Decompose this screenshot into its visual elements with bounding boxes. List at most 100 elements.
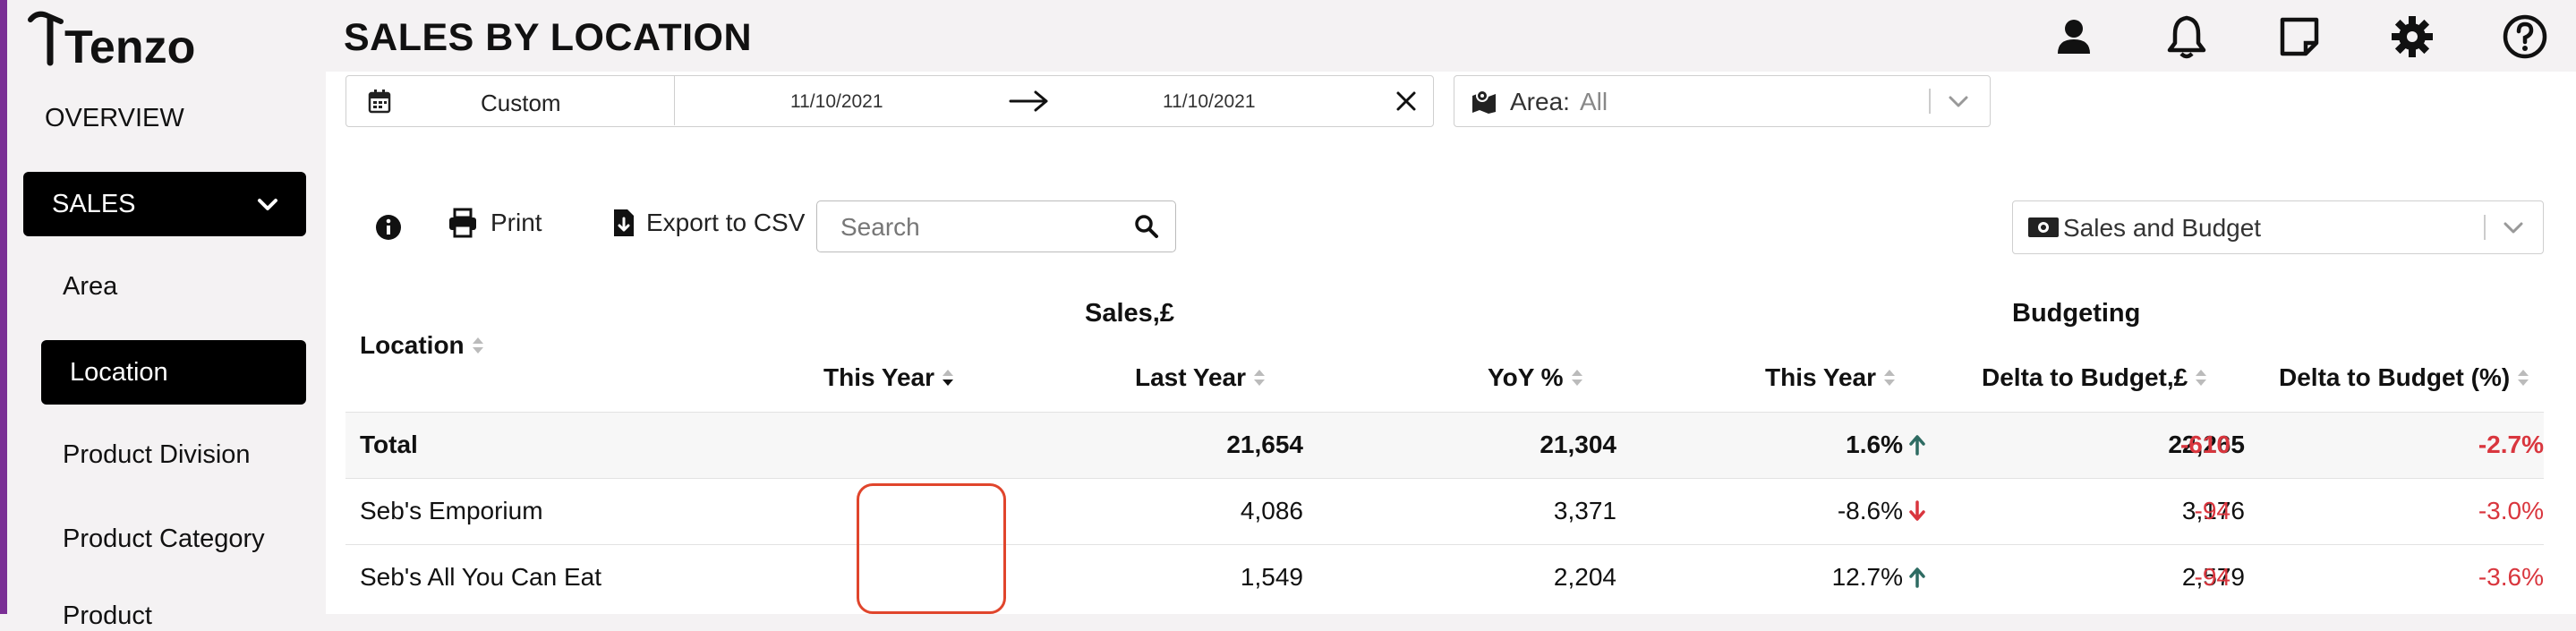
sort-desc-icon (943, 370, 954, 386)
area-select[interactable]: Area: All (1454, 75, 1991, 127)
user-icon[interactable] (2046, 9, 2102, 64)
export-csv-label: Export to CSV (646, 209, 806, 236)
printer-icon (449, 208, 476, 238)
column-header-yoy[interactable]: YoY % (1488, 363, 1583, 392)
sidebar-item-product-division[interactable]: Product Division (63, 440, 251, 470)
date-to-input[interactable]: 11/10/2021 (1163, 91, 1256, 113)
column-header-location[interactable]: Location (360, 331, 484, 360)
date-preset-select[interactable]: Custom (346, 76, 675, 125)
sort-icon (2196, 370, 2207, 386)
highlight-annotation (857, 483, 1006, 614)
chevron-down-icon (1949, 96, 1968, 107)
close-icon[interactable] (1395, 90, 1417, 112)
print-label: Print (490, 209, 542, 236)
sort-icon (1254, 370, 1266, 386)
area-select-value: All (1580, 88, 1608, 115)
cell-yoy-value: 12.7% (1831, 563, 1903, 591)
cell-this-year: 4,086 (1240, 497, 1303, 524)
page-title: SALES BY LOCATION (344, 16, 753, 59)
cell-yoy-value: -8.6% (1837, 497, 1903, 524)
sort-icon (1571, 370, 1582, 386)
sidebar-item-location-label: Location (70, 357, 168, 387)
logo-text: Tenzo (64, 21, 195, 70)
table-row[interactable]: Seb's Emporium 4,086 3,371 -8.6% 3,176 -… (345, 478, 2544, 545)
tenzo-logo[interactable]: Tenzo (25, 7, 213, 73)
cell-location: Seb's All You Can Eat (360, 563, 601, 591)
sidebar-item-sales[interactable]: SALES (23, 172, 306, 236)
cell-last-year: 21,304 (1540, 431, 1616, 458)
sidebar-item-product[interactable]: Product (63, 601, 152, 631)
bell-icon[interactable] (2159, 9, 2214, 64)
view-select[interactable]: Sales and Budget (2012, 200, 2544, 254)
column-header-budget-this-year[interactable]: This Year (1765, 363, 1896, 392)
file-download-icon (614, 209, 634, 236)
cell-delta: -94 (2194, 497, 2231, 524)
sort-icon (1884, 370, 1896, 386)
table-row[interactable]: Seb's All You Can Eat 1,549 2,204 12.7% … (345, 544, 2544, 611)
group-header-sales: Sales,£ (1085, 299, 1174, 328)
cell-delta: -610 (2179, 431, 2231, 458)
column-header-this-year-label: This Year (823, 363, 935, 391)
area-select-label: Area: (1510, 88, 1570, 115)
map-icon (1472, 90, 1496, 114)
cell-delta: -94 (2194, 563, 2231, 591)
money-icon (2028, 217, 2059, 237)
cell-yoy: 12.7% (1832, 563, 1926, 592)
view-select-separator (2484, 215, 2486, 240)
search-input[interactable] (839, 210, 1129, 244)
accent-edge (0, 0, 7, 614)
arrow-up-icon (1909, 435, 1925, 456)
column-header-delta[interactable]: Delta to Budget,£ (1982, 363, 2207, 392)
column-header-last-year-label: Last Year (1135, 363, 1247, 391)
cell-this-year: 21,654 (1226, 431, 1303, 458)
sidebar-item-sales-label: SALES (52, 189, 136, 218)
info-icon[interactable] (374, 213, 403, 242)
column-header-yoy-label: YoY % (1488, 363, 1564, 391)
sidebar-item-product-category[interactable]: Product Category (63, 524, 265, 554)
view-select-value: Sales and Budget (2063, 214, 2262, 242)
sort-icon (472, 337, 483, 354)
column-header-last-year[interactable]: Last Year (1135, 363, 1266, 392)
chevron-down-icon (258, 199, 277, 210)
search-icon[interactable] (1134, 214, 1159, 239)
cell-delta-pct: -2.7% (2478, 431, 2544, 458)
cell-location: Total (360, 431, 418, 458)
table-row-total[interactable]: Total 21,654 21,304 1.6% 22,265 -2.7% -6… (345, 412, 2544, 479)
group-header-budgeting: Budgeting (2012, 299, 2141, 328)
sort-icon (2518, 370, 2529, 386)
cell-yoy: -8.6% (1838, 497, 1926, 525)
search-field[interactable] (816, 200, 1176, 252)
cell-yoy-value: 1.6% (1846, 431, 1903, 458)
cell-last-year: 3,371 (1553, 497, 1616, 524)
column-header-delta-pct-label: Delta to Budget (%) (2279, 363, 2511, 391)
note-icon[interactable] (2272, 9, 2327, 64)
cell-delta-pct: -3.6% (2478, 563, 2544, 591)
cell-yoy: 1.6% (1846, 431, 1926, 459)
print-button[interactable]: Print (448, 208, 542, 238)
cell-location: Seb's Emporium (360, 497, 543, 524)
column-header-delta-label: Delta to Budget,£ (1982, 363, 2188, 391)
area-select-separator (1929, 89, 1931, 114)
tenzo-logo-mark: Tenzo (28, 11, 195, 73)
date-range-picker[interactable]: Custom 11/10/2021 11/10/2021 (345, 75, 1434, 127)
export-csv-button[interactable]: Export to CSV (612, 208, 805, 238)
help-icon[interactable] (2497, 9, 2553, 64)
arrow-right-icon (1009, 90, 1048, 112)
column-header-location-label: Location (360, 331, 465, 359)
calendar-icon (368, 90, 391, 114)
column-header-delta-pct[interactable]: Delta to Budget (%) (2279, 363, 2529, 392)
gear-icon[interactable] (2384, 9, 2440, 64)
cell-delta-pct: -3.0% (2478, 497, 2544, 524)
cell-this-year: 1,549 (1240, 563, 1303, 591)
column-header-budget-this-year-label: This Year (1765, 363, 1877, 391)
column-header-this-year[interactable]: This Year (823, 363, 954, 392)
sidebar-item-area[interactable]: Area (63, 272, 117, 302)
sidebar-item-location[interactable]: Location (41, 340, 306, 405)
sidebar: Tenzo OVERVIEW SALES Area Location Produ… (7, 0, 322, 630)
sidebar-item-overview[interactable]: OVERVIEW (45, 104, 184, 133)
date-from-input[interactable]: 11/10/2021 (790, 91, 883, 113)
arrow-up-icon (1909, 567, 1925, 588)
date-preset-label: Custom (481, 90, 561, 116)
chevron-down-icon (2503, 222, 2523, 234)
cell-last-year: 2,204 (1553, 563, 1616, 591)
